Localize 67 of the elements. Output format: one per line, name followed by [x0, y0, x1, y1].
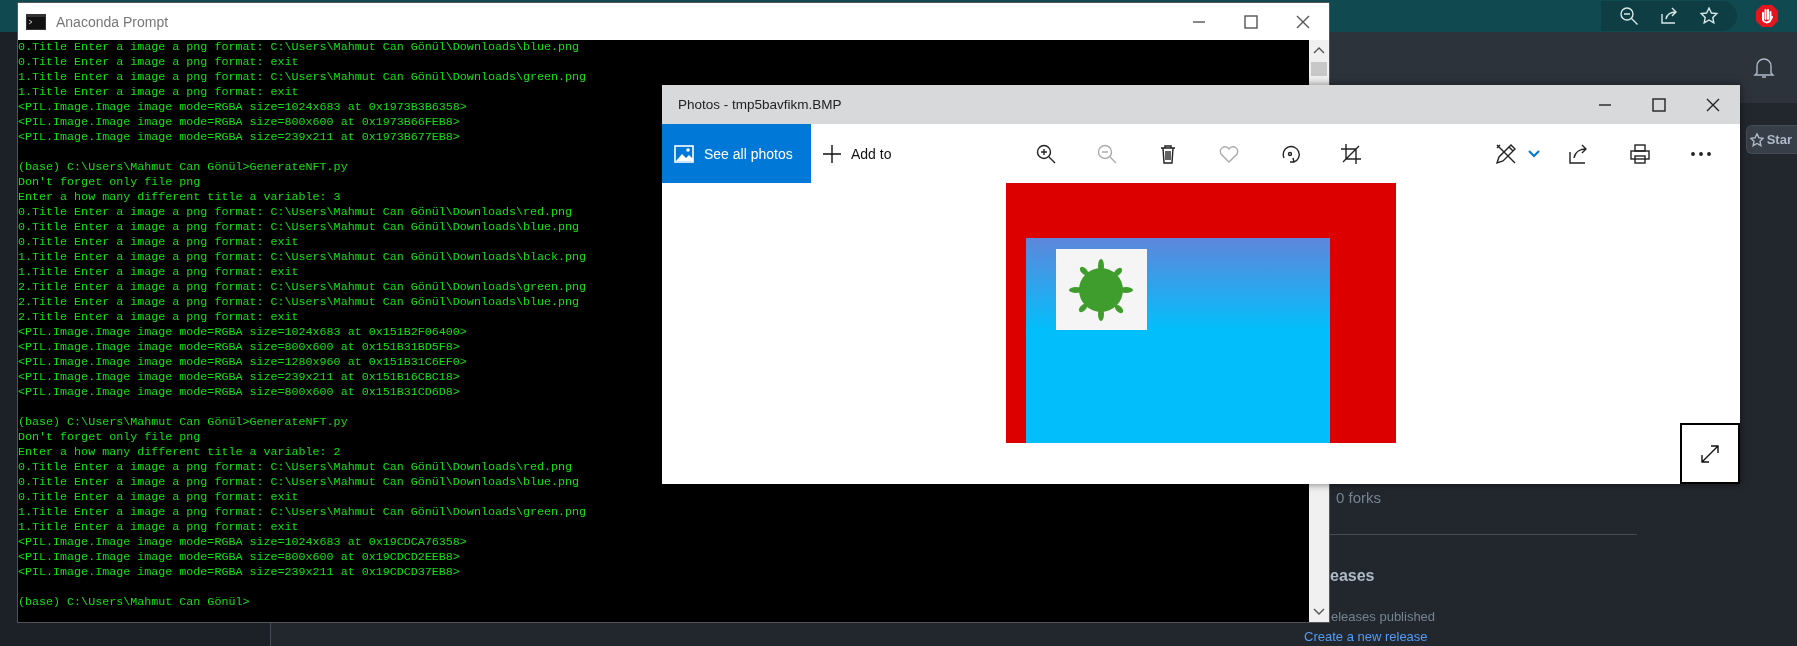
close-icon[interactable] — [1296, 14, 1310, 29]
terminal-line: Don't forget only file png — [18, 430, 201, 445]
window-title: Anaconda Prompt — [56, 13, 169, 30]
terminal-line: <PIL.Image.Image image mode=RGBA size=239x211 at 0x1973B677EB8> — [18, 130, 460, 145]
terminal-line: Enter a how many different title a variable: 2 — [18, 445, 341, 460]
terminal-line: (base) C:\Users\Mahmut Can Gönül>GenerateNFT.py — [18, 415, 348, 430]
image-icon — [674, 144, 694, 163]
terminal-line: 1.Title Enter a image a png format: C:\Users\Mahmut Can Gönül\Downloads\black.png — [18, 250, 587, 265]
terminal-line: 1.Title Enter a image a png format: exit — [18, 85, 299, 100]
bell-icon[interactable] — [1753, 55, 1775, 80]
terminal-line: <PIL.Image.Image image mode=RGBA size=1024x683 at 0x151B2F06400> — [18, 325, 467, 340]
share-icon[interactable] — [1659, 6, 1679, 26]
hand-icon[interactable] — [1755, 4, 1779, 28]
forks-count: 0 forks — [1336, 489, 1382, 506]
crop-icon[interactable] — [1340, 142, 1362, 165]
plus-icon — [823, 144, 841, 163]
window-title: Photos - tmp5bavfikm.BMP — [678, 97, 842, 112]
terminal-line: <PIL.Image.Image image mode=RGBA size=800x600 at 0x19CDCD2EEB8> — [18, 550, 460, 565]
terminal-line: 1.Title Enter a image a png format: C:\Users\Mahmut Can Gönül\Downloads\green.png — [18, 505, 587, 520]
terminal-line: 0.Title Enter a image a png format: C:\Users\Mahmut Can Gönül\Downloads\red.png — [18, 460, 573, 475]
terminal-line: 0.Title Enter a image a png format: C:\Users\Mahmut Can Gönül\Downloads\blue.png — [18, 475, 580, 490]
terminal-line: (base) C:\Users\Mahmut Can Gönül> — [18, 595, 250, 610]
terminal-line: <PIL.Image.Image image mode=RGBA size=239x211 at 0x151B16CBC18> — [18, 370, 460, 385]
terminal-line: 2.Title Enter a image a png format: exit — [18, 310, 299, 325]
terminal-line: 0.Title Enter a image a png format: exit — [18, 235, 299, 250]
zoom-icon[interactable] — [1619, 6, 1639, 26]
more-icon[interactable] — [1690, 150, 1712, 157]
terminal-line: <PIL.Image.Image image mode=RGBA size=239x211 at 0x19CDCD37EB8> — [18, 565, 460, 580]
terminal-line: 2.Title Enter a image a png format: C:\Users\Mahmut Can Gönül\Downloads\green.png — [18, 280, 587, 295]
terminal-line: <PIL.Image.Image image mode=RGBA size=1024x683 at 0x1973B3B6358> — [18, 100, 467, 115]
terminal-line: 1.Title Enter a image a png format: exit — [18, 265, 299, 280]
terminal-line: <PIL.Image.Image image mode=RGBA size=800x600 at 0x151B31BD5F8> — [18, 340, 460, 355]
add-to-button[interactable]: Add to — [823, 144, 892, 163]
maximize-icon[interactable] — [1652, 97, 1666, 112]
releases-note: eleases published — [1331, 609, 1437, 624]
terminal-line: <PIL.Image.Image image mode=RGBA size=800x600 at 0x151B31CD6D8> — [18, 385, 460, 400]
expand-icon — [1699, 442, 1721, 465]
terminal-icon — [26, 13, 46, 30]
terminal-line: 0.Title Enter a image a png format: exit — [18, 55, 299, 70]
terminal-line: 0.Title Enter a image a png format: C:\Users\Mahmut Can Gönül\Downloads\red.png — [18, 205, 573, 220]
terminal-line: <PIL.Image.Image image mode=RGBA size=1024x683 at 0x19CDCA76358> — [18, 535, 467, 550]
terminal-line: 2.Title Enter a image a png format: C:\Users\Mahmut Can Gönül\Downloads\blue.png — [18, 295, 580, 310]
star-icon[interactable] — [1699, 6, 1719, 26]
maximize-icon[interactable] — [1244, 14, 1258, 29]
terminal-line: <PIL.Image.Image image mode=RGBA size=800x600 at 0x1973B66FEB8> — [18, 115, 460, 130]
expand-button[interactable] — [1680, 423, 1740, 484]
star-button[interactable]: Star — [1745, 125, 1797, 154]
create-release-link[interactable]: Create a new release — [1304, 629, 1428, 644]
printer-icon[interactable] — [1629, 142, 1651, 165]
terminal-line: 0.Title Enter a image a png format: exit — [18, 490, 299, 505]
see-all-photos-button[interactable]: See all photos — [662, 124, 811, 183]
chevron-down-icon[interactable] — [1528, 149, 1541, 158]
terminal-line: Enter a how many different title a variable: 3 — [18, 190, 341, 205]
zoom-in-icon[interactable] — [1035, 142, 1057, 165]
close-icon[interactable] — [1706, 97, 1720, 112]
section-heading: eases — [1330, 567, 1376, 585]
star-icon — [1749, 132, 1764, 147]
terminal-line: 1.Title Enter a image a png format: C:\Users\Mahmut Can Gönül\Downloads\green.png — [18, 70, 587, 85]
terminal-line: 1.Title Enter a image a png format: exit — [18, 520, 299, 535]
scroll-up-icon[interactable] — [1313, 46, 1325, 54]
scroll-down-icon[interactable] — [1313, 608, 1325, 616]
terminal-line: 0.Title Enter a image a png format: C:\Users\Mahmut Can Gönül\Downloads\blue.png — [18, 40, 580, 55]
terminal-line: 0.Title Enter a image a png format: C:\Users\Mahmut Can Gönül\Downloads\blue.png — [18, 220, 580, 235]
terminal-line: <PIL.Image.Image image mode=RGBA size=1280x960 at 0x151B31C6EF0> — [18, 355, 467, 370]
scrollbar-thumb[interactable] — [1311, 62, 1327, 76]
terminal-line: (base) C:\Users\Mahmut Can Gönül>GenerateNFT.py — [18, 160, 348, 175]
terminal-line: Don't forget only file png — [18, 175, 201, 190]
